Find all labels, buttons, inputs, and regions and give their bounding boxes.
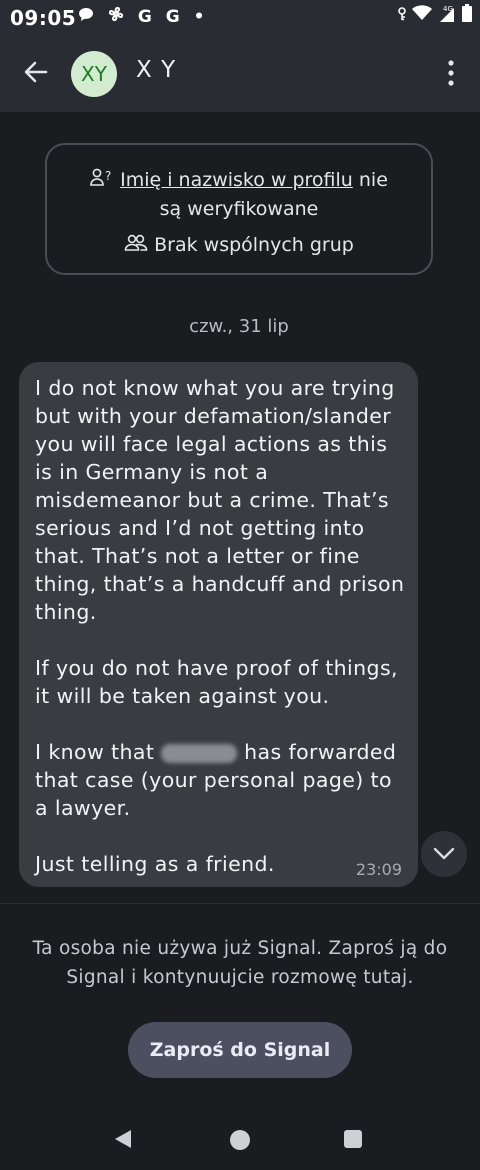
- nav-back-icon[interactable]: [112, 1128, 134, 1154]
- message-text-part1: I do not know what you are trying but wi…: [35, 376, 405, 764]
- google-icon: G: [137, 7, 152, 27]
- contact-info-card: ? Imię i nazwisko w profilu nie są weryf…: [45, 143, 433, 275]
- battery-icon: [462, 4, 472, 26]
- notification-icons: G G •: [78, 6, 213, 27]
- nav-recents-icon[interactable]: [344, 1130, 362, 1148]
- status-bar: 09:05 G G • 4G: [0, 0, 480, 34]
- cellular-signal-icon: 4G: [436, 4, 458, 26]
- profile-name-link[interactable]: Imię i nazwisko w profilu: [120, 169, 353, 191]
- back-arrow-icon[interactable]: [20, 56, 52, 88]
- contact-name[interactable]: X Y: [136, 57, 176, 83]
- message-timestamp: 23:09: [355, 860, 402, 879]
- key-icon: [396, 6, 408, 25]
- conversation-header: XY X Y: [0, 34, 480, 112]
- nav-home-icon[interactable]: [230, 1130, 250, 1150]
- person-question-icon: ?: [90, 167, 114, 195]
- groups-notice: Brak wspólnych grup: [47, 234, 431, 257]
- more-vertical-icon[interactable]: [440, 56, 462, 90]
- date-separator: czw., 31 lip: [189, 316, 289, 337]
- profile-name-line2: są weryfikowane: [159, 197, 319, 220]
- profile-name-notice: ? Imię i nazwisko w profilu nie są weryf…: [47, 166, 431, 223]
- profile-name-suffix: nie: [352, 169, 388, 191]
- fan-icon: [108, 6, 130, 27]
- divider: [0, 903, 480, 904]
- scroll-to-bottom-button[interactable]: [421, 831, 467, 877]
- avatar[interactable]: XY: [71, 51, 117, 97]
- message-text: I do not know what you are trying but wi…: [35, 374, 410, 878]
- invite-to-signal-button[interactable]: Zaproś do Signal: [128, 1022, 352, 1078]
- system-navigation-bar: [0, 1110, 480, 1170]
- wifi-icon: [412, 5, 432, 25]
- group-icon: [124, 234, 148, 257]
- groups-text: Brak wspólnych grup: [154, 234, 354, 256]
- incoming-message-bubble[interactable]: I do not know what you are trying but wi…: [19, 362, 418, 887]
- chevron-down-icon: [433, 845, 455, 864]
- dot-icon: •: [193, 7, 205, 27]
- redacted-name: [161, 743, 238, 763]
- unregistered-notice: Ta osoba nie używa już Signal. Zaproś ją…: [32, 938, 448, 988]
- status-time: 09:05: [10, 6, 77, 30]
- svg-text:?: ?: [105, 169, 111, 183]
- system-icons: 4G: [396, 4, 472, 26]
- google-icon: G: [165, 7, 180, 27]
- chat-bubble-icon: [78, 7, 100, 27]
